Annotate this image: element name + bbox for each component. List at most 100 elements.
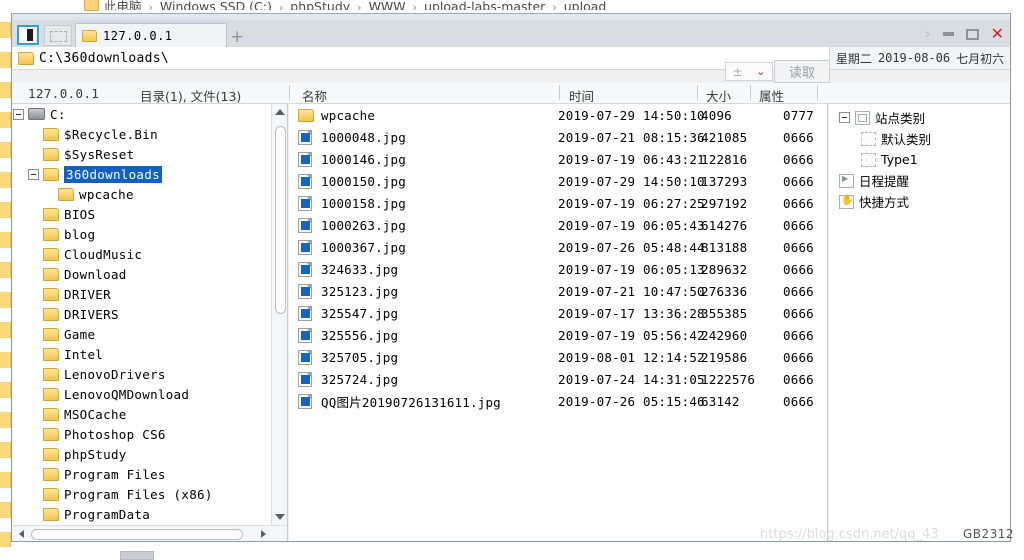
breadcrumb-item[interactable]: 此电脑 <box>104 0 142 10</box>
file-list-row[interactable]: 325123.jpg 2019-07-21 10:47:50 276336 0666 <box>289 280 827 302</box>
site-category-item[interactable]: 快捷方式 <box>829 191 1010 212</box>
tree-horizontal-scroll-thumb[interactable] <box>31 529 243 540</box>
tree-collapse-toggle[interactable] <box>13 108 24 120</box>
file-list-row[interactable]: 1000150.jpg 2019-07-29 14:50:10 137293 0666 <box>289 170 827 192</box>
file-list-row[interactable]: QQ图片20190726131611.jpg 2019-07-26 05:15:4… <box>289 390 827 412</box>
tree-item-program-files-x86[interactable]: Program Files (x86) <box>13 484 271 504</box>
chevron-right-icon[interactable]: › <box>924 26 930 42</box>
encoding-selector[interactable]: ± ⌄ <box>725 62 773 81</box>
breadcrumb-item[interactable]: upload <box>564 0 607 10</box>
file-attributes: 0666 <box>783 173 814 189</box>
scroll-down-arrow-icon[interactable] <box>272 509 288 525</box>
image-file-icon <box>298 305 312 321</box>
image-file-icon <box>298 173 312 189</box>
minimize-icon[interactable] <box>942 32 954 36</box>
tree-item-sysreset[interactable]: $SysReset <box>13 144 271 164</box>
tree-item-lenovoqmdownload[interactable]: LenovoQMDownload <box>13 384 271 404</box>
tree-item-360downloads[interactable]: 360downloads <box>13 164 271 184</box>
site-category-item[interactable]: 站点类别 <box>829 107 1010 128</box>
tree-item-intel[interactable]: Intel <box>13 344 271 364</box>
breadcrumb-item[interactable]: Windows SSD (C:) <box>160 0 272 10</box>
folder-icon <box>43 367 59 381</box>
tree-item-msocache[interactable]: MSOCache <box>13 404 271 424</box>
breadcrumb-item[interactable]: WWW <box>369 0 406 10</box>
site-category-item[interactable]: 日程提醒 <box>829 170 1010 191</box>
file-list-row[interactable]: 325705.jpg 2019-08-01 12:14:52 219586 0666 <box>289 346 827 368</box>
folder-icon <box>43 467 59 481</box>
file-list-row[interactable]: 1000263.jpg 2019-07-19 06:05:43 614276 0666 <box>289 214 827 236</box>
tree-vertical-scroll-thumb[interactable] <box>275 126 286 314</box>
file-time: 2019-07-24 14:31:05 <box>558 371 705 387</box>
title-bar[interactable] <box>12 14 1010 22</box>
file-time: 2019-08-01 12:14:52 <box>558 349 705 365</box>
category-collapse-toggle[interactable] <box>839 112 850 123</box>
tree-item-game[interactable]: Game <box>13 324 271 344</box>
site-category-item[interactable]: 默认类别 <box>829 128 1010 149</box>
column-header-size[interactable]: 大小 <box>706 86 731 105</box>
tree-item-programdata[interactable]: ProgramData <box>13 504 271 524</box>
tree-vertical-scrollbar[interactable] <box>271 104 287 525</box>
breadcrumb[interactable]: 此电脑 › Windows SSD (C:) › phpStudy › WWW › upload… <box>0 0 1024 10</box>
file-list-row[interactable]: 325724.jpg 2019-07-24 14:31:05 1222576 0666 <box>289 368 827 390</box>
tree-item-drivers[interactable]: DRIVERS <box>13 304 271 324</box>
directory-tree-panel: C: $Recycle.Bin $SysReset 360downloads wpcac… <box>13 104 288 541</box>
scroll-left-arrow-icon[interactable] <box>13 526 29 542</box>
image-file-icon <box>298 261 312 277</box>
tree-item-download[interactable]: Download <box>13 264 271 284</box>
file-list-row[interactable]: 1000146.jpg 2019-07-19 06:43:21 122816 0666 <box>289 148 827 170</box>
tree-item-phpstudy[interactable]: phpStudy <box>13 444 271 464</box>
column-divider <box>697 85 698 100</box>
new-window-button[interactable] <box>44 25 72 46</box>
file-attributes: 0666 <box>783 371 814 387</box>
tab-127-0-0-1[interactable]: 127.0.0.1 <box>75 23 227 47</box>
new-tab-button[interactable]: + <box>230 27 244 47</box>
close-icon[interactable]: ✕ <box>991 26 1004 42</box>
tree-item-wpcache[interactable]: wpcache <box>13 184 271 204</box>
tree-item-driver[interactable]: DRIVER <box>13 284 271 304</box>
encoding-symbol-icon: ± <box>732 64 743 79</box>
breadcrumb-item[interactable]: phpStudy <box>290 0 350 10</box>
breadcrumb-item[interactable]: upload-labs-master <box>424 0 545 10</box>
tree-item-bios[interactable]: BIOS <box>13 204 271 224</box>
tree-item-program-files[interactable]: Program Files <box>13 464 271 484</box>
tree-item-recycle-bin[interactable]: $Recycle.Bin <box>13 124 271 144</box>
weekday-label: 星期二 <box>835 51 872 66</box>
taskbar-item[interactable] <box>120 551 154 560</box>
layout-toggle-button[interactable] <box>17 25 39 45</box>
tree-item-photoshop-cs6[interactable]: Photoshop CS6 <box>13 424 271 444</box>
tree-item-label: 360downloads <box>64 165 162 183</box>
layout-icon-right <box>27 29 33 41</box>
file-list-row[interactable]: 325547.jpg 2019-07-17 13:36:28 355385 0666 <box>289 302 827 324</box>
file-attributes: 0666 <box>783 305 814 321</box>
file-list-row[interactable]: 325556.jpg 2019-07-19 05:56:42 242960 0666 <box>289 324 827 346</box>
file-name: wpcache <box>321 107 376 123</box>
tree-item-label: Download <box>64 266 127 282</box>
scroll-up-arrow-icon[interactable] <box>272 104 288 120</box>
file-list-row[interactable]: 1000158.jpg 2019-07-19 06:27:25 297192 0666 <box>289 192 827 214</box>
tab-label: 127.0.0.1 <box>103 28 173 43</box>
tree-item-blog[interactable]: blog <box>13 224 271 244</box>
tree-item-label: $Recycle.Bin <box>64 126 158 142</box>
tree-item-c[interactable]: C: <box>13 104 271 124</box>
file-list-row[interactable]: 1000367.jpg 2019-07-26 05:48:44 813188 0666 <box>289 236 827 258</box>
type-icon <box>861 152 876 167</box>
tree-item-label: LenovoDrivers <box>64 366 166 382</box>
tree-item-label: phpStudy <box>64 446 127 462</box>
file-time: 2019-07-19 06:05:13 <box>558 261 705 277</box>
column-header-time[interactable]: 时间 <box>569 86 594 105</box>
file-list-row[interactable]: 1000048.jpg 2019-07-21 08:15:36 421085 0666 <box>289 126 827 148</box>
site-category-item[interactable]: Type1 <box>829 149 1010 170</box>
tree-item-label: wpcache <box>79 186 134 202</box>
column-header-attr[interactable]: 属性 <box>759 86 784 105</box>
file-size: 219586 <box>701 349 748 365</box>
scroll-right-arrow-icon[interactable] <box>255 526 271 542</box>
tree-item-cloudmusic[interactable]: CloudMusic <box>13 244 271 264</box>
read-button[interactable]: 读取 <box>774 60 830 83</box>
maximize-icon[interactable] <box>965 28 979 40</box>
tree-horizontal-scrollbar[interactable] <box>13 525 287 541</box>
tree-collapse-toggle[interactable] <box>28 168 39 180</box>
tree-item-lenovodrivers[interactable]: LenovoDrivers <box>13 364 271 384</box>
column-header-name[interactable]: 名称 <box>302 86 327 105</box>
file-list-row[interactable]: 324633.jpg 2019-07-19 06:05:13 289632 0666 <box>289 258 827 280</box>
file-list-row[interactable]: wpcache 2019-07-29 14:50:10 4096 0777 <box>289 104 827 126</box>
